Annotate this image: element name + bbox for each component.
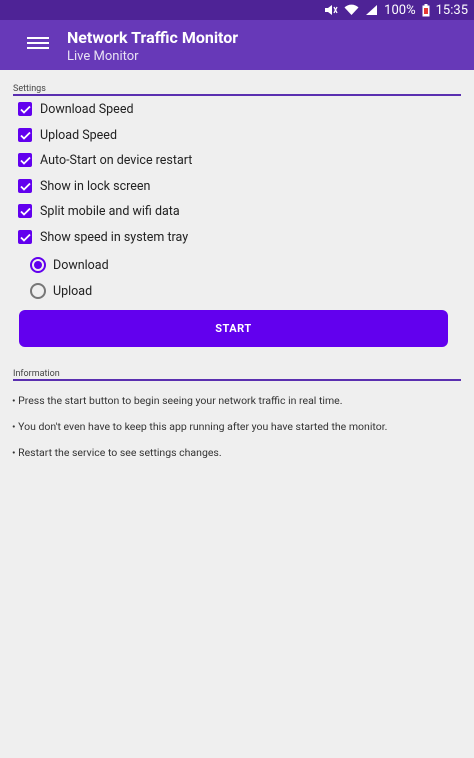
checkbox-label: Show speed in system tray — [40, 229, 189, 245]
information-label: Information — [13, 369, 60, 379]
app-subtitle: Live Monitor — [67, 49, 139, 64]
menu-icon[interactable] — [27, 37, 49, 53]
wifi-icon — [344, 4, 359, 16]
app-bar: Network Traffic Monitor Live Monitor — [0, 20, 474, 70]
settings-divider — [13, 94, 461, 96]
lock-screen-checkbox[interactable]: Show in lock screen — [18, 175, 150, 197]
checkbox-checked-icon — [18, 204, 32, 218]
signal-icon — [365, 4, 378, 16]
status-bar: 100% 15:35 — [0, 0, 474, 20]
information-divider — [13, 379, 461, 381]
system-tray-checkbox[interactable]: Show speed in system tray — [18, 226, 188, 248]
download-radio[interactable]: Download — [30, 254, 109, 276]
checkbox-checked-icon — [18, 102, 32, 116]
auto-start-checkbox[interactable]: Auto-Start on device restart — [18, 149, 192, 171]
upload-radio[interactable]: Upload — [30, 280, 92, 302]
checkbox-label: Upload Speed — [40, 127, 117, 143]
radio-selected-icon — [30, 257, 46, 273]
upload-speed-checkbox[interactable]: Upload Speed — [18, 124, 117, 146]
checkbox-label: Show in lock screen — [40, 178, 151, 194]
radio-unselected-icon — [30, 283, 46, 299]
download-speed-checkbox[interactable]: Download Speed — [18, 98, 134, 120]
checkbox-checked-icon — [18, 230, 32, 244]
radio-label: Download — [53, 257, 109, 273]
checkbox-label: Split mobile and wifi data — [40, 203, 180, 219]
checkbox-label: Download Speed — [40, 101, 134, 117]
clock: 15:35 — [435, 2, 468, 18]
checkbox-checked-icon — [18, 153, 32, 167]
battery-percent: 100% — [384, 2, 416, 18]
radio-label: Upload — [53, 283, 93, 299]
app-title: Network Traffic Monitor — [67, 28, 239, 47]
start-button[interactable]: START — [19, 310, 448, 347]
mute-icon — [324, 4, 338, 16]
split-data-checkbox[interactable]: Split mobile and wifi data — [18, 200, 180, 222]
checkbox-label: Auto-Start on device restart — [40, 152, 193, 168]
battery-icon — [422, 3, 430, 17]
info-text: • You don't even have to keep this app r… — [12, 420, 388, 433]
checkbox-checked-icon — [18, 179, 32, 193]
info-text: • Restart the service to see settings ch… — [12, 446, 222, 459]
checkbox-checked-icon — [18, 128, 32, 142]
settings-label: Settings — [13, 84, 46, 94]
info-text: • Press the start button to begin seeing… — [12, 394, 343, 407]
